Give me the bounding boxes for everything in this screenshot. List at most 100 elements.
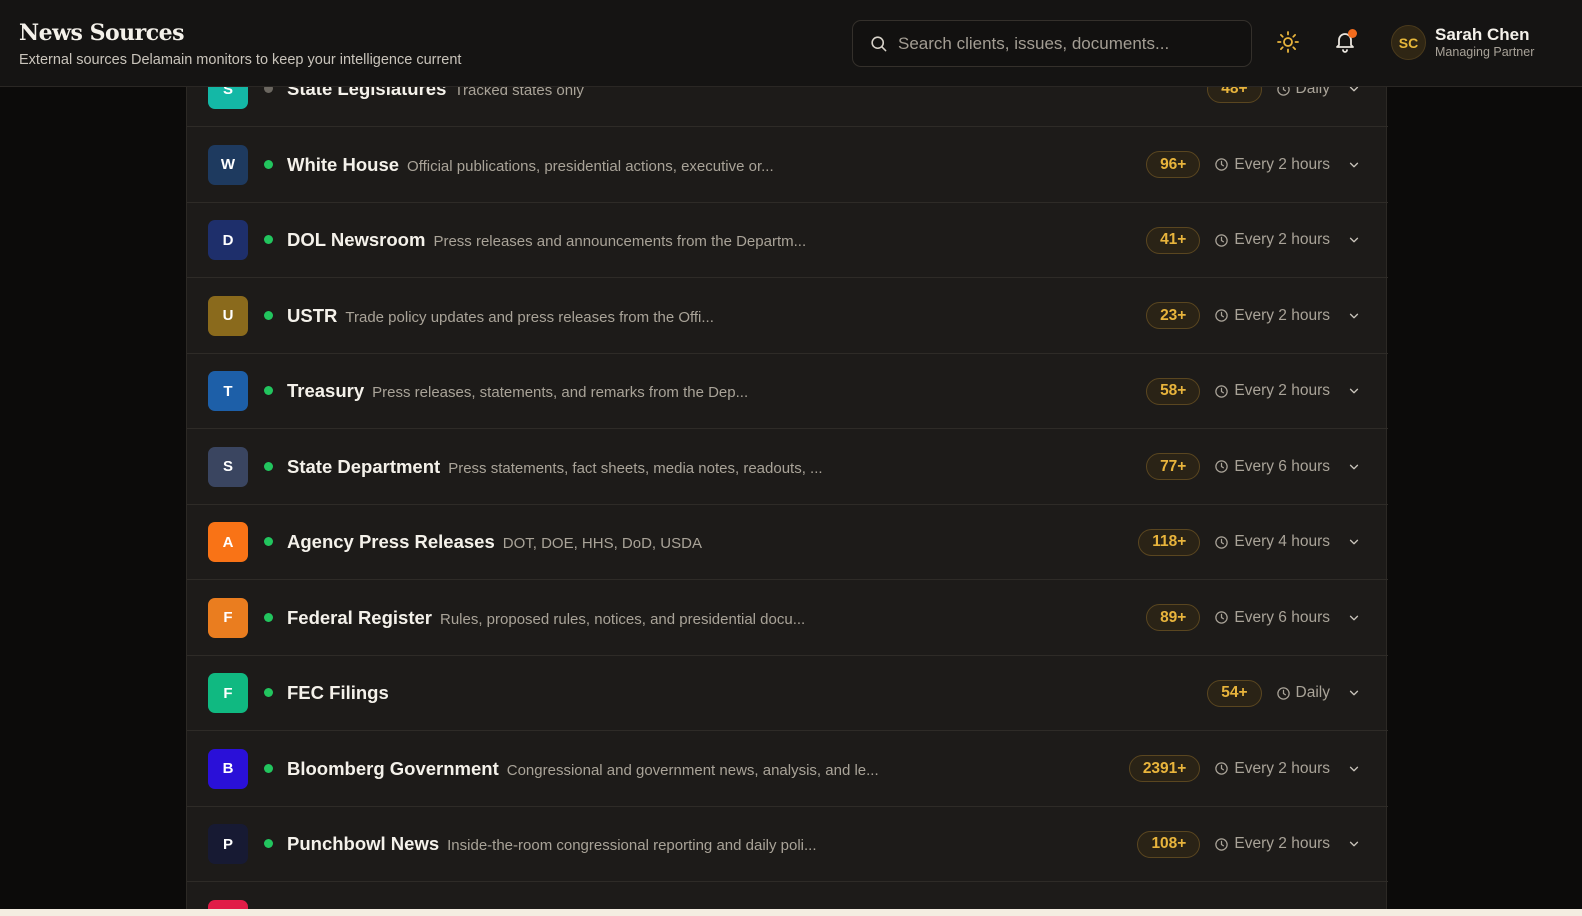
- source-name: USTR: [287, 304, 338, 326]
- bottom-edge: [0, 909, 1582, 916]
- source-avatar: A: [208, 522, 248, 562]
- source-row[interactable]: S State Department Press statements, fact …: [187, 429, 1388, 505]
- item-count-badge: 54+: [1207, 679, 1262, 707]
- update-frequency: Every 6 hours: [1214, 609, 1330, 627]
- chevron-down-icon[interactable]: [1346, 610, 1362, 626]
- page-subtitle: External sources Delamain monitors to ke…: [19, 52, 462, 68]
- page-title: News Sources: [19, 20, 185, 46]
- source-avatar: T: [208, 371, 248, 411]
- item-count-badge: 77+: [1146, 453, 1201, 480]
- chevron-down-icon[interactable]: [1346, 534, 1362, 550]
- top-bar: News Sources External sources Delamain m…: [0, 0, 1582, 87]
- source-avatar: B: [208, 748, 248, 789]
- item-count-badge: 118+: [1138, 528, 1201, 556]
- source-title-line: USTR Trade policy updates and press relea…: [287, 305, 714, 327]
- update-frequency: Every 2 hours: [1214, 231, 1330, 249]
- item-count-badge: 96+: [1146, 151, 1201, 178]
- update-frequency: Every 2 hours: [1214, 156, 1330, 174]
- source-name: Agency Press Releases: [287, 531, 495, 552]
- source-name: DOL Newsroom: [287, 229, 426, 250]
- status-indicator: [264, 763, 273, 773]
- source-description: Press releases and announcements from th…: [433, 233, 807, 250]
- source-title-line: Punchbowl News Inside-the-room congressio…: [287, 833, 817, 855]
- search-box[interactable]: [852, 20, 1252, 67]
- update-frequency: Every 2 hours: [1214, 382, 1330, 400]
- frequency-label: Every 2 hours: [1234, 759, 1330, 777]
- item-count-badge: 2391+: [1128, 755, 1201, 782]
- source-row[interactable]: A Agency Press Releases DOT, DOE, HHS, DoD…: [187, 504, 1388, 580]
- update-frequency: Every 2 hours: [1214, 307, 1330, 325]
- chevron-down-icon[interactable]: [1346, 459, 1362, 475]
- user-name: Sarah Chen: [1435, 25, 1530, 44]
- update-frequency: Every 2 hours: [1214, 835, 1330, 853]
- source-description: Press releases, statements, and remarks …: [372, 384, 749, 401]
- status-indicator: [264, 159, 273, 169]
- sources-list: S State Legislatures Tracked states only 48…: [186, 50, 1388, 916]
- update-frequency: Every 4 hours: [1214, 533, 1330, 551]
- source-meta: 96+ Every 2 hours: [1146, 151, 1362, 179]
- source-row[interactable]: B Bloomberg Government Congressional and g…: [187, 731, 1388, 807]
- frequency-label: Every 2 hours: [1234, 231, 1330, 248]
- source-name: Treasury: [287, 380, 365, 401]
- source-name: White House: [287, 153, 400, 175]
- status-indicator: [264, 839, 273, 848]
- chevron-down-icon[interactable]: [1346, 685, 1362, 701]
- user-menu[interactable]: SC Sarah Chen Managing Partner: [1391, 25, 1534, 60]
- source-title-line: Federal Register Rules, proposed rules, n…: [287, 607, 805, 629]
- source-avatar: D: [208, 220, 248, 260]
- frequency-label: Daily: [1295, 684, 1330, 701]
- clock-icon: [1214, 761, 1229, 776]
- sun-icon: [1276, 30, 1300, 59]
- notifications-button[interactable]: [1331, 29, 1359, 57]
- source-avatar: U: [208, 295, 248, 336]
- update-frequency: Daily: [1276, 684, 1330, 702]
- source-avatar: F: [208, 673, 248, 713]
- source-row[interactable]: U USTR Trade policy updates and press rele…: [187, 278, 1388, 354]
- chevron-down-icon[interactable]: [1346, 836, 1362, 852]
- user-role: Managing Partner: [1435, 45, 1535, 59]
- item-count-badge: 41+: [1146, 226, 1201, 254]
- item-count-badge: 58+: [1146, 377, 1201, 405]
- clock-icon: [1214, 384, 1229, 399]
- item-count-badge: 23+: [1146, 302, 1201, 329]
- item-count-badge: 89+: [1146, 604, 1201, 631]
- search-input[interactable]: [898, 33, 1251, 54]
- status-indicator: [264, 461, 273, 471]
- source-row[interactable]: W White House Official publications, presi…: [187, 127, 1388, 203]
- source-title-line: White House Official publications, presid…: [287, 154, 774, 176]
- status-indicator: [264, 612, 273, 622]
- chevron-down-icon[interactable]: [1346, 308, 1362, 324]
- chevron-down-icon[interactable]: [1346, 157, 1362, 173]
- chevron-down-icon[interactable]: [1346, 761, 1362, 777]
- user-info: Sarah Chen Managing Partner: [1435, 25, 1534, 60]
- status-indicator: [264, 537, 273, 546]
- chevron-down-icon[interactable]: [1346, 232, 1362, 248]
- notification-dot: [1348, 29, 1357, 38]
- theme-toggle-button[interactable]: [1275, 30, 1301, 59]
- source-row[interactable]: F Federal Register Rules, proposed rules, …: [187, 580, 1388, 656]
- source-name: FEC Filings: [287, 682, 389, 703]
- status-indicator: [264, 310, 273, 320]
- item-count-badge: 108+: [1137, 830, 1201, 858]
- clock-icon: [1214, 837, 1229, 852]
- source-avatar: S: [208, 446, 248, 487]
- source-description: Official publications, presidential acti…: [407, 157, 774, 175]
- status-indicator: [264, 688, 273, 697]
- source-description: Press statements, fact sheets, media not…: [448, 459, 823, 477]
- source-meta: 54+ Daily: [1207, 679, 1362, 707]
- source-title-line: Bloomberg Government Congressional and go…: [287, 758, 879, 780]
- source-row[interactable]: F FEC Filings 54+ Daily: [187, 655, 1388, 731]
- chevron-down-icon[interactable]: [1346, 383, 1362, 399]
- clock-icon: [1214, 535, 1229, 550]
- source-row[interactable]: P Punchbowl News Inside-the-room congressi…: [187, 806, 1388, 882]
- source-meta: 23+ Every 2 hours: [1146, 302, 1362, 330]
- clock-icon: [1214, 459, 1229, 474]
- source-row[interactable]: D DOL Newsroom Press releases and announce…: [187, 202, 1388, 278]
- source-title-line: FEC Filings: [287, 682, 389, 704]
- source-description: Congressional and government news, analy…: [506, 761, 879, 779]
- frequency-label: Every 2 hours: [1234, 382, 1330, 399]
- source-meta: 41+ Every 2 hours: [1146, 226, 1362, 254]
- source-row[interactable]: T Treasury Press releases, statements, and…: [187, 353, 1388, 429]
- source-name: State Department: [287, 455, 441, 477]
- frequency-label: Every 2 hours: [1234, 155, 1330, 173]
